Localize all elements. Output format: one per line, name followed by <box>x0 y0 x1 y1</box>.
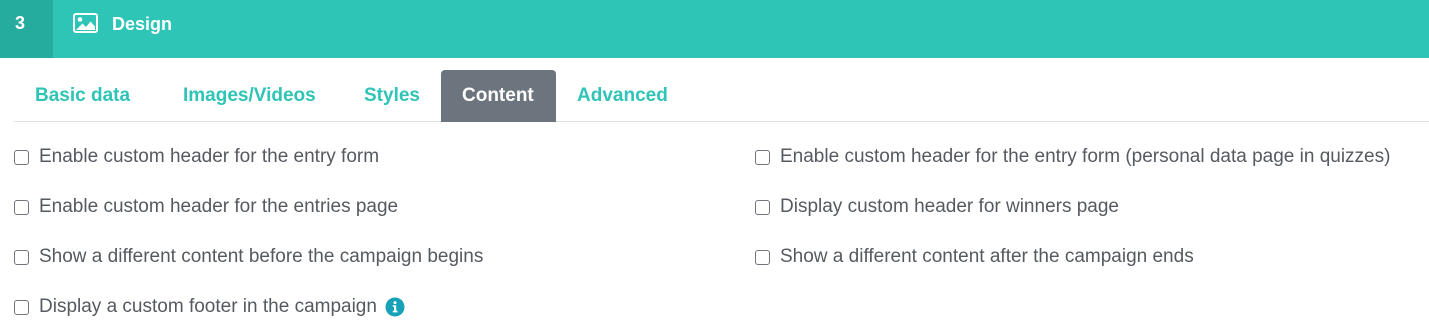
checkbox[interactable] <box>14 299 29 315</box>
option-custom-header-personal-data[interactable]: Enable custom header for the entry form … <box>755 145 1390 169</box>
option-custom-header-entries-page[interactable]: Enable custom header for the entries pag… <box>14 195 398 219</box>
option-label: Enable custom header for the entry form <box>39 146 380 167</box>
option-label: Display custom header for winners page <box>780 196 1120 217</box>
option-custom-header-winners[interactable]: Display custom header for winners page <box>755 195 1119 219</box>
option-label: Enable custom header for the entries pag… <box>39 196 399 217</box>
section-title: Design <box>112 14 173 34</box>
tab-bar: Basic data Images/Videos Styles Content … <box>14 70 1429 122</box>
option-content-before-begins[interactable]: Show a different content before the camp… <box>14 245 483 269</box>
option-label: Show a different content before the camp… <box>39 246 484 267</box>
tab-images-videos[interactable]: Images/Videos <box>162 70 337 122</box>
section-header[interactable]: 3 Design <box>0 0 1429 58</box>
checkbox[interactable] <box>14 149 29 165</box>
step-number: 3 <box>0 0 53 58</box>
checkbox[interactable] <box>14 199 29 215</box>
checkbox[interactable] <box>14 249 29 265</box>
option-label: Enable custom header for the entry form … <box>780 146 1391 167</box>
tab-advanced[interactable]: Advanced <box>556 70 689 122</box>
option-label: Display a custom footer in the campaign <box>39 296 377 317</box>
option-label: Show a different content after the campa… <box>780 246 1194 267</box>
info-icon[interactable] <box>385 297 405 317</box>
option-content-after-ends[interactable]: Show a different content after the campa… <box>755 245 1194 269</box>
tab-styles[interactable]: Styles <box>343 70 441 122</box>
option-custom-header-entry-form[interactable]: Enable custom header for the entry form <box>14 145 379 169</box>
checkbox[interactable] <box>755 199 770 215</box>
image-icon <box>73 13 98 33</box>
tab-content[interactable]: Content <box>441 70 556 122</box>
tab-basic-data[interactable]: Basic data <box>14 70 151 122</box>
option-custom-footer[interactable]: Display a custom footer in the campaign <box>14 295 405 319</box>
checkbox[interactable] <box>755 249 770 265</box>
checkbox[interactable] <box>755 149 770 165</box>
